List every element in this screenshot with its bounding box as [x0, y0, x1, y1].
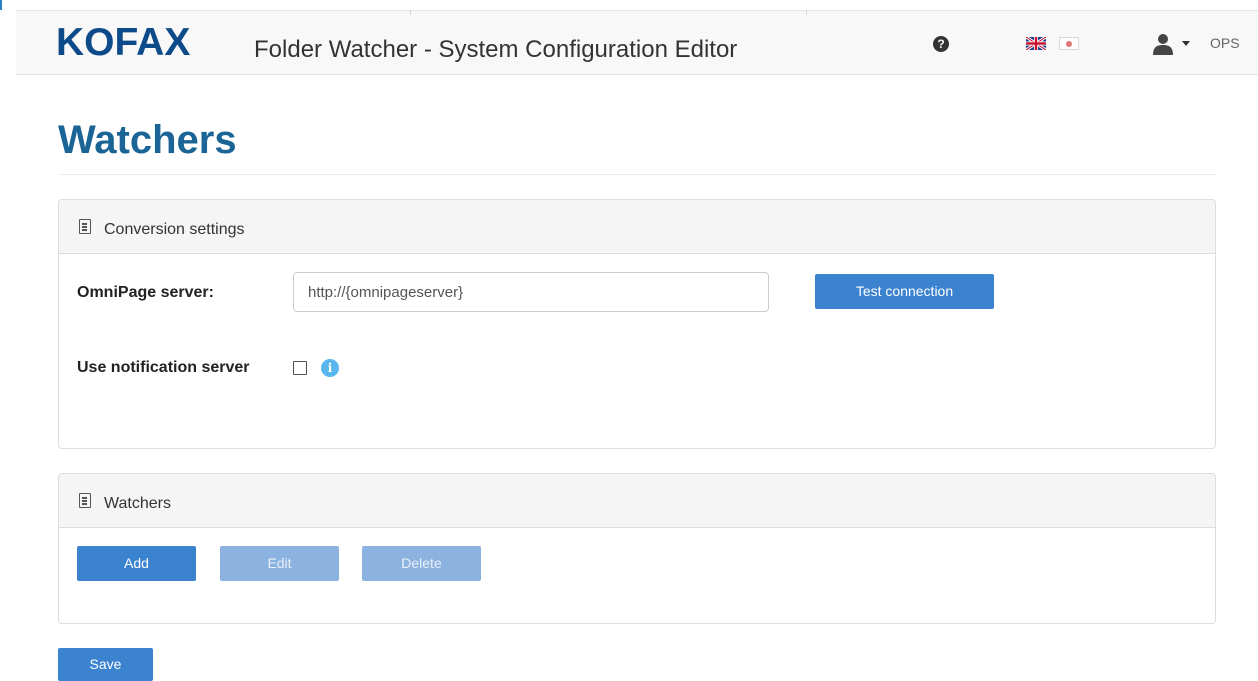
uk-flag-icon[interactable]: [1026, 37, 1046, 50]
document-icon: [79, 493, 91, 508]
user-menu[interactable]: OPS: [1152, 33, 1252, 55]
test-connection-button[interactable]: Test connection: [815, 274, 994, 309]
navbar-divider: [410, 10, 411, 15]
japan-flag-icon[interactable]: [1059, 37, 1079, 50]
panel-title: Watchers: [104, 495, 171, 512]
info-icon[interactable]: i: [321, 359, 339, 377]
heading-divider: [58, 174, 1216, 175]
user-icon: [1153, 34, 1173, 55]
chevron-down-icon: [1182, 41, 1190, 46]
notification-server-label: Use notification server: [77, 359, 250, 376]
omnipage-server-input[interactable]: [293, 272, 769, 312]
document-icon: [79, 219, 91, 234]
panel-header: Conversion settings: [59, 200, 1215, 254]
notification-server-checkbox[interactable]: [293, 361, 307, 375]
page-title: Watchers: [58, 118, 237, 162]
watchers-panel: Watchers Add Edit Delete: [58, 473, 1216, 624]
panel-header: Watchers: [59, 474, 1215, 528]
conversion-settings-panel: Conversion settings OmniPage server: Tes…: [58, 199, 1216, 449]
help-icon[interactable]: ?: [933, 36, 949, 52]
navbar-divider: [806, 10, 807, 15]
edit-watcher-button[interactable]: Edit: [220, 546, 339, 581]
app-title: Folder Watcher - System Configuration Ed…: [254, 36, 738, 63]
delete-watcher-button[interactable]: Delete: [362, 546, 481, 581]
user-name: OPS: [1210, 35, 1240, 51]
save-button[interactable]: Save: [58, 648, 153, 681]
window-edge-marker: [0, 0, 2, 10]
kofax-logo[interactable]: KOFAX: [56, 23, 190, 62]
omnipage-server-label: OmniPage server:: [77, 284, 214, 301]
panel-title: Conversion settings: [104, 221, 245, 238]
add-watcher-button[interactable]: Add: [77, 546, 196, 581]
